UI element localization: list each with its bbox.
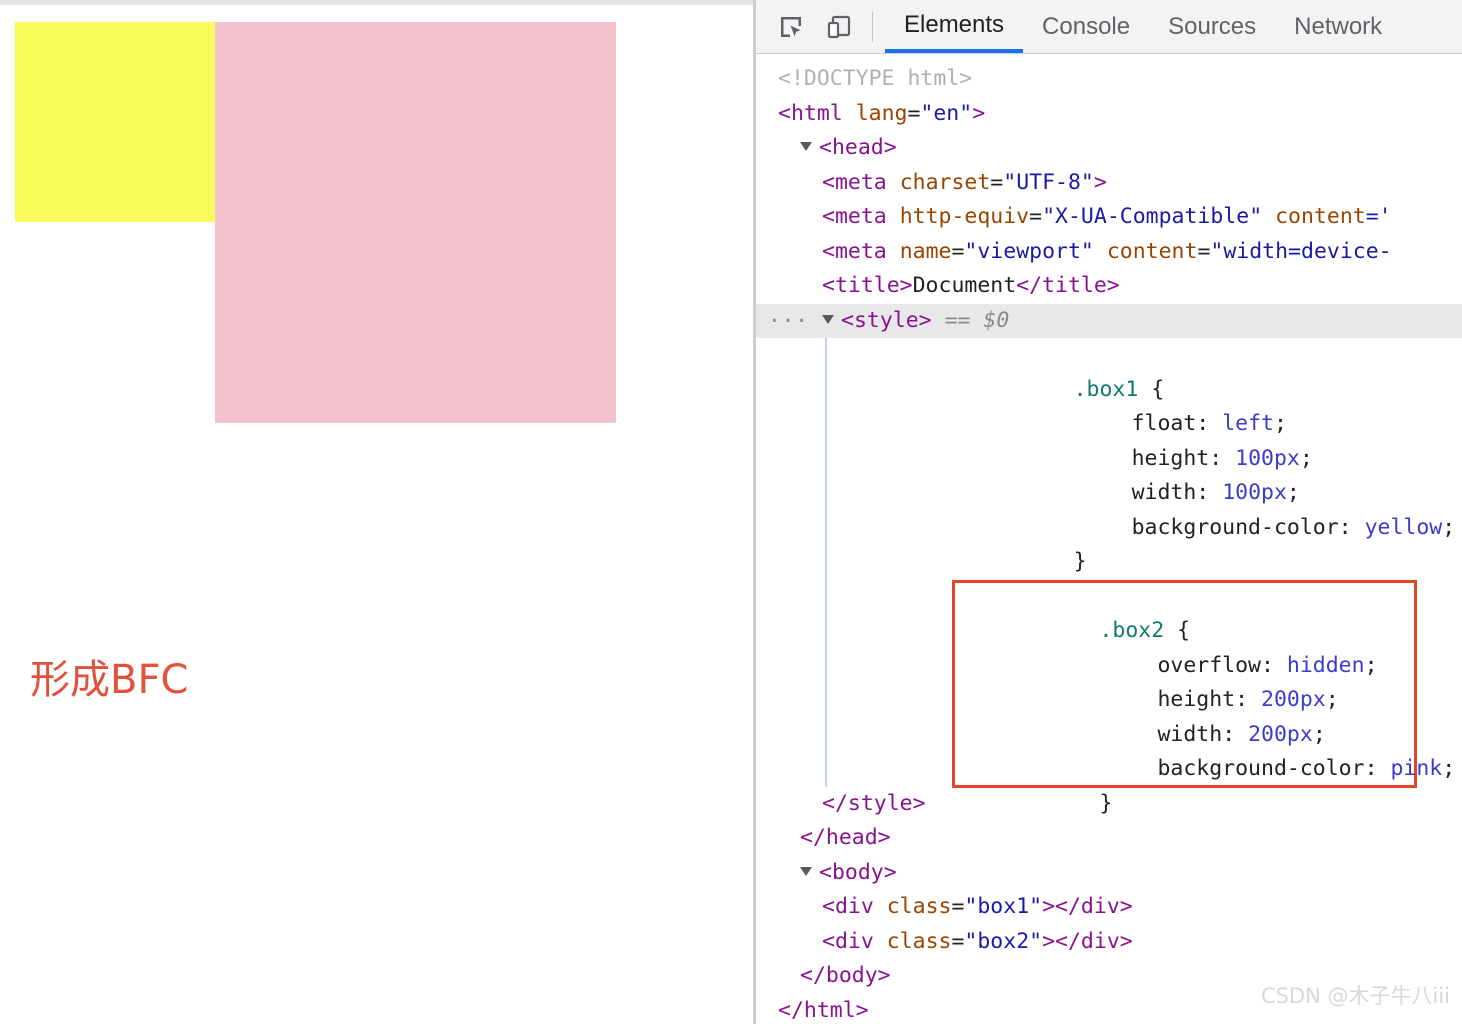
- style-content-block: .box1 { float: left; height: 100px; widt…: [756, 338, 1462, 816]
- div-box1-close-tag: </div>: [1055, 894, 1133, 919]
- meta-charset-value: "UTF-8": [1003, 169, 1094, 195]
- html-close-tag: </html>: [778, 997, 869, 1023]
- style-collapse-triangle-icon[interactable]: [822, 314, 834, 324]
- style-equals: ==: [944, 307, 971, 333]
- style-close-tag: </style>: [822, 790, 926, 816]
- title-close-tag: </title>: [1016, 273, 1120, 298]
- bfc-annotation-text: 形成BFC: [30, 657, 189, 703]
- dom-row-meta-compat[interactable]: <meta http-equiv="X-UA-Compatible" conte…: [756, 200, 1462, 235]
- css-row-box1-selector[interactable]: .box1 {: [756, 338, 1462, 402]
- inspect-element-icon[interactable]: [772, 8, 810, 46]
- css-row-box2-height[interactable]: height: 200px;: [756, 649, 1462, 712]
- title-text: Document: [912, 273, 1017, 298]
- meta-compat-value-httpequiv: "X-UA-Compatible": [1042, 204, 1263, 229]
- style-tag: <style>: [841, 307, 932, 333]
- dom-row-style-close[interactable]: </style>: [756, 787, 1462, 822]
- css-row-box1-width[interactable]: width: 100px;: [756, 442, 1462, 505]
- div-box1-tag: <div: [822, 894, 874, 919]
- meta-viewport-attr-content: content: [1106, 238, 1198, 264]
- meta-compat-tag: <meta: [822, 204, 887, 229]
- tab-console[interactable]: Console: [1023, 0, 1149, 53]
- meta-compat-attr-httpequiv: http-equiv: [899, 204, 1030, 229]
- css-row-box2-background[interactable]: background-color: pink;: [756, 718, 1462, 781]
- html-lang-attr: lang: [855, 100, 908, 126]
- body-collapse-triangle-icon[interactable]: [800, 866, 812, 876]
- dom-row-meta-charset[interactable]: <meta charset="UTF-8">: [756, 166, 1462, 201]
- head-tag: <head>: [819, 135, 897, 160]
- pink-box-box2: [215, 22, 616, 423]
- div-box2-close-tag: </div>: [1055, 928, 1133, 954]
- css-row-box1-close[interactable]: }: [756, 511, 1462, 574]
- html-close-bracket: >: [972, 100, 986, 126]
- div-box2-class-attr: class: [886, 928, 952, 954]
- title-open-tag: <title>: [822, 273, 913, 298]
- meta-viewport-value-content: "width=device-: [1210, 238, 1392, 264]
- dom-row-div-box2[interactable]: <div class="box2"></div>: [756, 925, 1462, 960]
- csdn-watermark: CSDN @木子牛八iii: [1260, 984, 1450, 1008]
- dom-row-meta-viewport[interactable]: <meta name="viewport" content="width=dev…: [756, 235, 1462, 270]
- meta-charset-attr: charset: [899, 169, 991, 195]
- devtools-panel: Elements Console Sources Network <!DOCTY…: [756, 0, 1462, 1024]
- more-options-icon[interactable]: ···: [768, 310, 809, 331]
- meta-compat-attr-content: content: [1275, 204, 1366, 229]
- css-row-box1-float[interactable]: float: left;: [756, 373, 1462, 436]
- meta-compat-value-content: =': [1365, 204, 1392, 229]
- div-box2-tag: <div: [822, 928, 874, 954]
- dom-row-head-open[interactable]: <head>: [756, 131, 1462, 166]
- yellow-box-box1: [15, 22, 215, 222]
- css-row-box2-overflow[interactable]: overflow: hidden;: [756, 614, 1462, 678]
- div-box2-close-bracket: >: [1042, 928, 1056, 954]
- dom-row-div-box1[interactable]: <div class="box1"></div>: [756, 890, 1462, 925]
- meta-charset-tag: <meta: [822, 169, 887, 195]
- head-close-tag: </head>: [800, 825, 891, 850]
- style-dollar-ref: $0: [983, 307, 1010, 333]
- css-box2-rule-block: .box2 { overflow: hidden; height: 200px;…: [756, 579, 1462, 816]
- css-row-box2-selector[interactable]: .box2 {: [756, 580, 1462, 643]
- tab-network[interactable]: Network: [1275, 0, 1401, 53]
- meta-viewport-value-name: "viewport": [964, 238, 1094, 264]
- device-toolbar-icon[interactable]: [820, 8, 858, 46]
- tab-elements[interactable]: Elements: [885, 0, 1024, 53]
- dom-row-doctype[interactable]: <!DOCTYPE html>: [756, 62, 1462, 97]
- css-row-box2-width[interactable]: width: 200px;: [756, 683, 1462, 747]
- dom-row-head-close[interactable]: </head>: [756, 821, 1462, 856]
- meta-viewport-attr-name: name: [899, 238, 952, 264]
- css-row-blank: [756, 545, 1462, 580]
- html-lang-value: "en": [920, 100, 973, 126]
- body-close-tag: </body>: [800, 963, 891, 988]
- meta-viewport-tag: <meta: [822, 238, 887, 264]
- devtools-toolbar: Elements Console Sources Network: [756, 0, 1462, 54]
- toolbar-separator: [872, 11, 873, 42]
- dom-tree-view[interactable]: <!DOCTYPE html> <html lang="en"> <head> …: [756, 53, 1462, 1024]
- css-row-box2-close[interactable]: }: [756, 752, 1462, 816]
- tab-sources[interactable]: Sources: [1149, 0, 1275, 53]
- body-tag: <body>: [819, 859, 897, 885]
- page-viewport: 形成BFC: [0, 0, 753, 1024]
- rendered-page-body: 形成BFC: [0, 5, 753, 1024]
- div-box1-class-value: "box1": [964, 894, 1043, 919]
- div-box2-class-value: "box2": [964, 928, 1043, 954]
- css-row-box1-height[interactable]: height: 100px;: [756, 407, 1462, 471]
- doctype-text: <!DOCTYPE html>: [778, 66, 973, 91]
- dom-row-style-open[interactable]: ··· <style> == $0: [756, 303, 1462, 338]
- dom-row-title[interactable]: <title>Document</title>: [756, 269, 1462, 304]
- collapse-triangle-icon[interactable]: [800, 142, 812, 151]
- div-box1-class-attr: class: [886, 894, 952, 919]
- div-box1-close-bracket: >: [1042, 894, 1056, 919]
- dom-row-body-open[interactable]: <body>: [756, 856, 1462, 891]
- html-tag-name: <html: [778, 100, 843, 126]
- devtools-tab-bar: Elements Console Sources Network: [885, 0, 1401, 53]
- dom-row-html-open[interactable]: <html lang="en">: [756, 97, 1462, 132]
- css-row-box1-background[interactable]: background-color: yellow;: [756, 476, 1462, 540]
